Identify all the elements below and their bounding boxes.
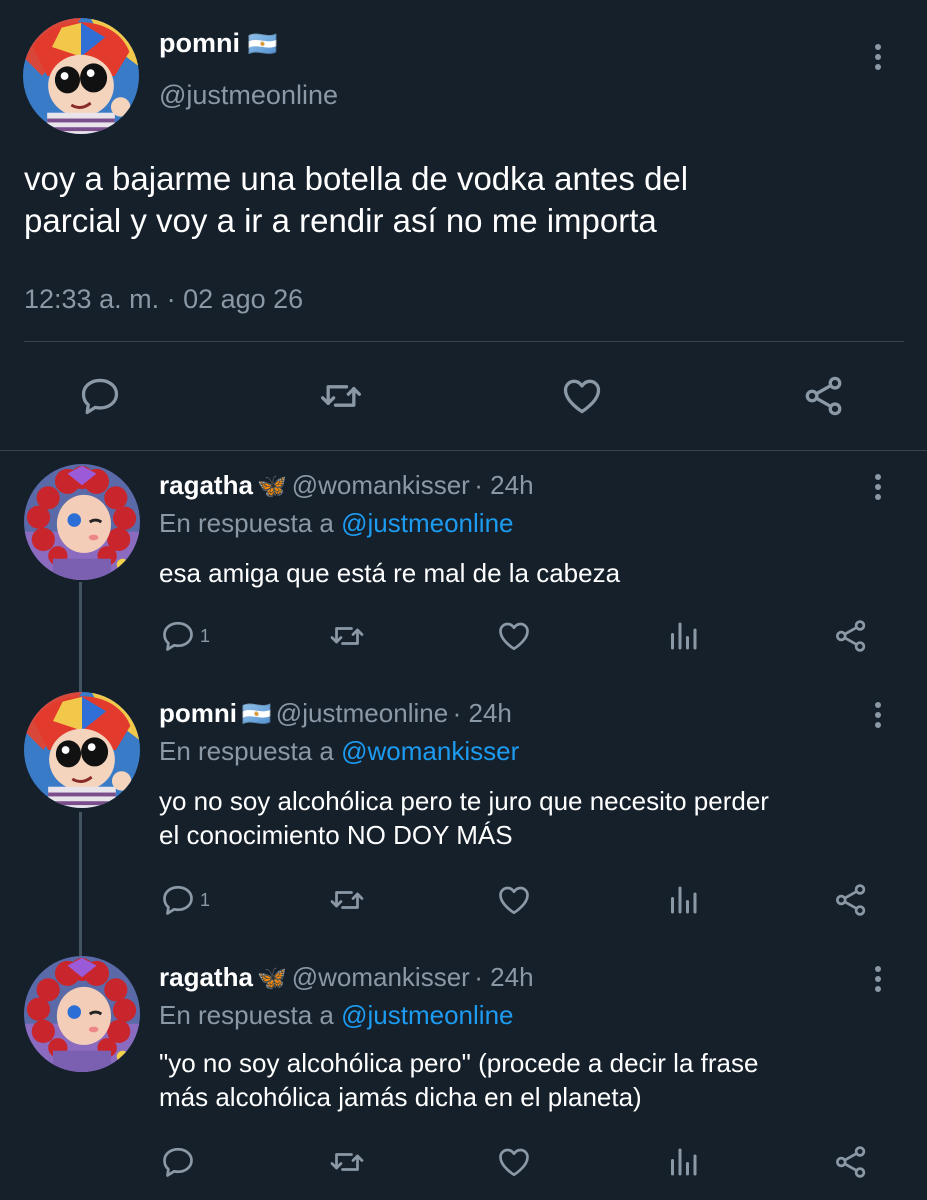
share-icon[interactable] [833,882,869,918]
like-icon[interactable] [560,374,604,418]
reply-header: ragatha 🦋 @womankisser · 24h [159,962,534,993]
reply-text-line: yo no soy alcohólica pero te juro que ne… [159,786,769,816]
reply-handle[interactable]: @womankisser [292,962,470,992]
reply-header: ragatha 🦋 @womankisser · 24h [159,470,534,501]
retweet-icon[interactable] [319,374,363,418]
argentina-flag-icon: 🇦🇷 [241,701,272,728]
reply-avatar[interactable] [24,692,140,808]
like-icon[interactable] [496,1144,532,1180]
reply-display-name[interactable]: ragatha [159,962,253,992]
reply-count: 1 [200,889,211,910]
reply-header: pomni 🇦🇷 @justmeonline · 24h [159,698,512,729]
share-icon[interactable] [833,618,869,654]
reply-text: esa amiga que está re mal de la cabeza [159,556,899,590]
reply-handle[interactable]: @justmeonline [276,698,448,728]
reply-action[interactable]: 1 [160,618,210,654]
share-icon[interactable] [833,1144,869,1180]
replying-to-label: En respuesta a [159,1000,334,1030]
replying-to: En respuesta a @justmeonline [159,508,514,539]
reply-avatar[interactable] [24,464,140,580]
replying-to-handle[interactable]: @justmeonline [341,1000,513,1030]
like-icon[interactable] [496,882,532,918]
author-handle[interactable]: @justmeonline [159,80,338,111]
retweet-icon[interactable] [329,882,365,918]
reply-action[interactable] [160,1144,200,1180]
reply-icon[interactable] [160,618,196,654]
reply-action[interactable]: 1 [160,882,210,918]
reply-age: · 24h [452,698,512,728]
more-options-icon[interactable] [875,702,881,728]
replying-to: En respuesta a @womankisser [159,736,519,767]
tweet-text: voy a bajarme una botella de vodka antes… [24,158,904,242]
replying-to: En respuesta a @justmeonline [159,1000,514,1031]
reply-age: · 24h [474,470,534,500]
analytics-icon[interactable] [665,618,701,654]
reply-text-line: más alcohólica jamás dicha en el planeta… [159,1082,642,1112]
more-options-icon[interactable] [875,44,881,70]
divider [0,450,927,451]
reply-text: "yo no soy alcohólica pero" (procede a d… [159,1046,899,1114]
share-icon[interactable] [802,374,846,418]
reply-icon[interactable] [160,1144,196,1180]
butterfly-icon: 🦋 [257,965,288,992]
more-options-icon[interactable] [875,474,881,500]
tweet-text-line: voy a bajarme una botella de vodka antes… [24,160,689,197]
replying-to-handle[interactable]: @justmeonline [341,508,513,538]
reply-count: 1 [200,625,211,646]
reply-text-line: esa amiga que está re mal de la cabeza [159,558,621,588]
author-display-name[interactable]: pomni 🇦🇷 [159,28,277,59]
replying-to-label: En respuesta a [159,736,334,766]
replying-to-handle[interactable]: @womankisser [341,736,519,766]
reply-icon[interactable] [160,882,196,918]
tweet-text-line: parcial y voy a ir a rendir así no me im… [24,202,657,239]
analytics-icon[interactable] [665,882,701,918]
reply-icon[interactable] [78,374,122,418]
reply-handle[interactable]: @womankisser [292,470,470,500]
argentina-flag-icon: 🇦🇷 [247,31,278,58]
reply-age: · 24h [474,962,534,992]
author-avatar[interactable] [23,18,139,134]
reply-text-line: "yo no soy alcohólica pero" (procede a d… [159,1048,759,1078]
tweet-timestamp[interactable]: 12:33 a. m. · 02 ago 26 [24,284,303,315]
reply-avatar[interactable] [24,956,140,1072]
butterfly-icon: 🦋 [257,473,288,500]
retweet-icon[interactable] [329,1144,365,1180]
more-options-icon[interactable] [875,966,881,992]
reply-text-line: el conocimiento NO DOY MÁS [159,820,513,850]
replying-to-label: En respuesta a [159,508,334,538]
reply-text: yo no soy alcohólica pero te juro que ne… [159,784,899,852]
retweet-icon[interactable] [329,618,365,654]
analytics-icon[interactable] [665,1144,701,1180]
reply-display-name[interactable]: ragatha [159,470,253,500]
divider [24,341,904,342]
reply-tweet[interactable]: ragatha 🦋 @womankisser · 24h En respuest… [0,462,927,682]
like-icon[interactable] [496,618,532,654]
reply-tweet[interactable]: pomni 🇦🇷 @justmeonline · 24h En respuest… [0,690,927,930]
reply-display-name[interactable]: pomni [159,698,237,728]
reply-tweet[interactable]: ragatha 🦋 @womankisser · 24h En respuest… [0,954,927,1200]
